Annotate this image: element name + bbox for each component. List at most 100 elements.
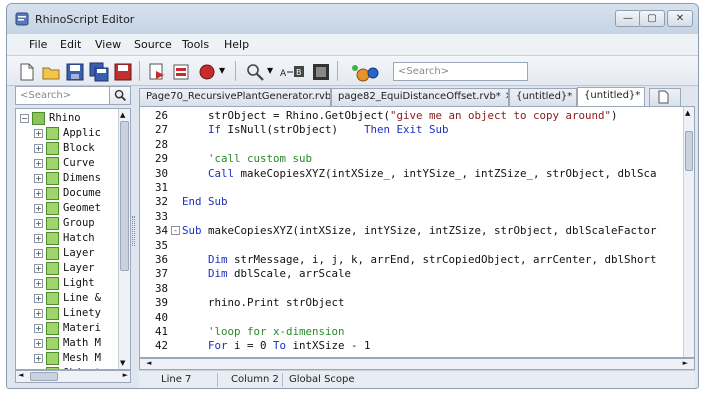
- save-as-icon[interactable]: [113, 62, 133, 82]
- code-line[interactable]: 41 'loop for x-dimension: [140, 325, 685, 339]
- tree-item[interactable]: + Hatch: [16, 231, 120, 246]
- tree-item[interactable]: + Linety: [16, 306, 120, 321]
- collapse-icon[interactable]: −: [20, 114, 29, 123]
- open-folder-icon[interactable]: [41, 62, 61, 82]
- code-line[interactable]: 27 If IsNull(strObject) Then Exit Sub: [140, 123, 685, 137]
- tab-untitled-2[interactable]: {untitled}*✕: [577, 87, 645, 106]
- tree-item[interactable]: + Geomet: [16, 201, 120, 216]
- tree-item[interactable]: + Curve: [16, 156, 120, 171]
- code-line[interactable]: 38: [140, 282, 685, 296]
- menu-tools[interactable]: Tools: [182, 38, 209, 51]
- tree-item[interactable]: + Group: [16, 216, 120, 231]
- expand-icon[interactable]: +: [34, 159, 43, 168]
- scroll-left-icon[interactable]: ◄: [146, 359, 151, 367]
- code-line[interactable]: 30 Call makeCopiesXYZ(intXSize_, intYSiz…: [140, 167, 685, 181]
- chevron-down-icon[interactable]: ▼: [267, 66, 273, 75]
- minimize-button[interactable]: —: [615, 10, 641, 27]
- code-line[interactable]: 29 'call custom sub: [140, 152, 685, 166]
- expand-icon[interactable]: +: [34, 174, 43, 183]
- tree-root[interactable]: − Rhino: [16, 111, 120, 126]
- options-icon[interactable]: [311, 62, 331, 82]
- panel-splitter[interactable]: [131, 86, 137, 383]
- tree-item[interactable]: + Materi: [16, 321, 120, 336]
- tree-hscroll-thumb[interactable]: [30, 372, 58, 381]
- editor-scroll-thumb[interactable]: [685, 131, 693, 171]
- tab-page82[interactable]: page82_EquiDistanceOffset.rvb*✕: [331, 88, 509, 106]
- scroll-up-icon[interactable]: ▲: [120, 111, 125, 119]
- tree-item[interactable]: + Layer: [16, 261, 120, 276]
- expand-icon[interactable]: +: [34, 339, 43, 348]
- code-line[interactable]: 35: [140, 239, 685, 253]
- code-editor[interactable]: 26 strObject = Rhino.GetObject("give me …: [139, 106, 695, 358]
- expand-icon[interactable]: +: [34, 324, 43, 333]
- scroll-right-icon[interactable]: ►: [683, 359, 688, 367]
- editor-vertical-scrollbar[interactable]: ▲: [683, 107, 694, 357]
- tree-item[interactable]: + Dimens: [16, 171, 120, 186]
- scroll-right-icon[interactable]: ►: [123, 371, 128, 379]
- code-line[interactable]: 36 Dim strMessage, i, j, k, arrEnd, strC…: [140, 253, 685, 267]
- tab-page70[interactable]: Page70_RecursivePlantGenerator.rvb*✕: [139, 88, 331, 106]
- tab-untitled-1[interactable]: {untitled}*✕: [509, 88, 577, 106]
- menu-view[interactable]: View: [95, 38, 121, 51]
- tree-item[interactable]: + Light: [16, 276, 120, 291]
- tree-vertical-scrollbar[interactable]: ▲ ▼: [118, 109, 130, 369]
- replace-icon[interactable]: AB: [279, 62, 305, 82]
- expand-icon[interactable]: +: [34, 219, 43, 228]
- code-line[interactable]: 40: [140, 311, 685, 325]
- expand-icon[interactable]: +: [34, 204, 43, 213]
- new-file-icon[interactable]: [17, 62, 37, 82]
- expand-icon[interactable]: +: [34, 129, 43, 138]
- find-icon[interactable]: [245, 62, 265, 82]
- expand-icon[interactable]: +: [34, 144, 43, 153]
- search-icon[interactable]: [109, 86, 131, 105]
- close-button[interactable]: ✕: [667, 10, 693, 27]
- tree-horizontal-scrollbar[interactable]: ◄ ►: [15, 370, 131, 383]
- code-line[interactable]: 28: [140, 138, 685, 152]
- menu-edit[interactable]: Edit: [60, 38, 81, 51]
- scroll-up-icon[interactable]: ▲: [685, 109, 690, 117]
- expand-icon[interactable]: +: [34, 189, 43, 198]
- editor-horizontal-scrollbar[interactable]: ◄ ►: [139, 358, 695, 370]
- expand-icon[interactable]: +: [34, 249, 43, 258]
- tree-item[interactable]: + Line &: [16, 291, 120, 306]
- expand-icon[interactable]: +: [34, 264, 43, 273]
- code-line[interactable]: 39 rhino.Print strObject: [140, 296, 685, 310]
- debug-icon[interactable]: [171, 62, 191, 82]
- code-line[interactable]: 33: [140, 210, 685, 224]
- tree-scroll-thumb[interactable]: [120, 121, 129, 271]
- scroll-down-icon[interactable]: ▼: [120, 359, 125, 367]
- code-line[interactable]: 37 Dim dblScale, arrScale: [140, 267, 685, 281]
- tree-item[interactable]: + Mesh M: [16, 351, 120, 366]
- close-icon[interactable]: ✕: [644, 90, 645, 101]
- menu-source[interactable]: Source: [134, 38, 172, 51]
- scroll-left-icon[interactable]: ◄: [18, 371, 23, 379]
- tree-item[interactable]: + Docume: [16, 186, 120, 201]
- tree-item[interactable]: + Applic: [16, 126, 120, 141]
- record-macro-icon[interactable]: [197, 62, 217, 82]
- tree-item[interactable]: + Block: [16, 141, 120, 156]
- menu-file[interactable]: File: [29, 38, 47, 51]
- expand-icon[interactable]: +: [34, 234, 43, 243]
- save-all-icon[interactable]: [89, 62, 109, 82]
- code-line[interactable]: 31: [140, 181, 685, 195]
- code-line[interactable]: 26 strObject = Rhino.GetObject("give me …: [140, 109, 685, 123]
- fold-toggle-icon[interactable]: -: [171, 226, 180, 236]
- tree-item[interactable]: + Layer: [16, 246, 120, 261]
- chevron-down-icon[interactable]: ▼: [219, 66, 225, 75]
- expand-icon[interactable]: +: [34, 279, 43, 288]
- new-tab-button[interactable]: [649, 88, 681, 106]
- expand-icon[interactable]: +: [34, 309, 43, 318]
- code-line[interactable]: 42 For i = 0 To intXSize - 1: [140, 339, 685, 353]
- save-icon[interactable]: [65, 62, 85, 82]
- rhino-help-icon[interactable]: [347, 62, 387, 82]
- menu-help[interactable]: Help: [224, 38, 249, 51]
- splitter-grip[interactable]: [132, 216, 135, 246]
- code-line[interactable]: 32 End Sub: [140, 195, 685, 209]
- expand-icon[interactable]: +: [34, 354, 43, 363]
- tree-item[interactable]: + Math M: [16, 336, 120, 351]
- expand-icon[interactable]: +: [34, 294, 43, 303]
- run-script-icon[interactable]: [147, 62, 167, 82]
- maximize-button[interactable]: ▢: [639, 10, 665, 27]
- toolbar-search-input[interactable]: <Search>: [393, 62, 528, 81]
- code-line[interactable]: 34- Sub makeCopiesXYZ(intXSize, intYSize,…: [140, 224, 685, 238]
